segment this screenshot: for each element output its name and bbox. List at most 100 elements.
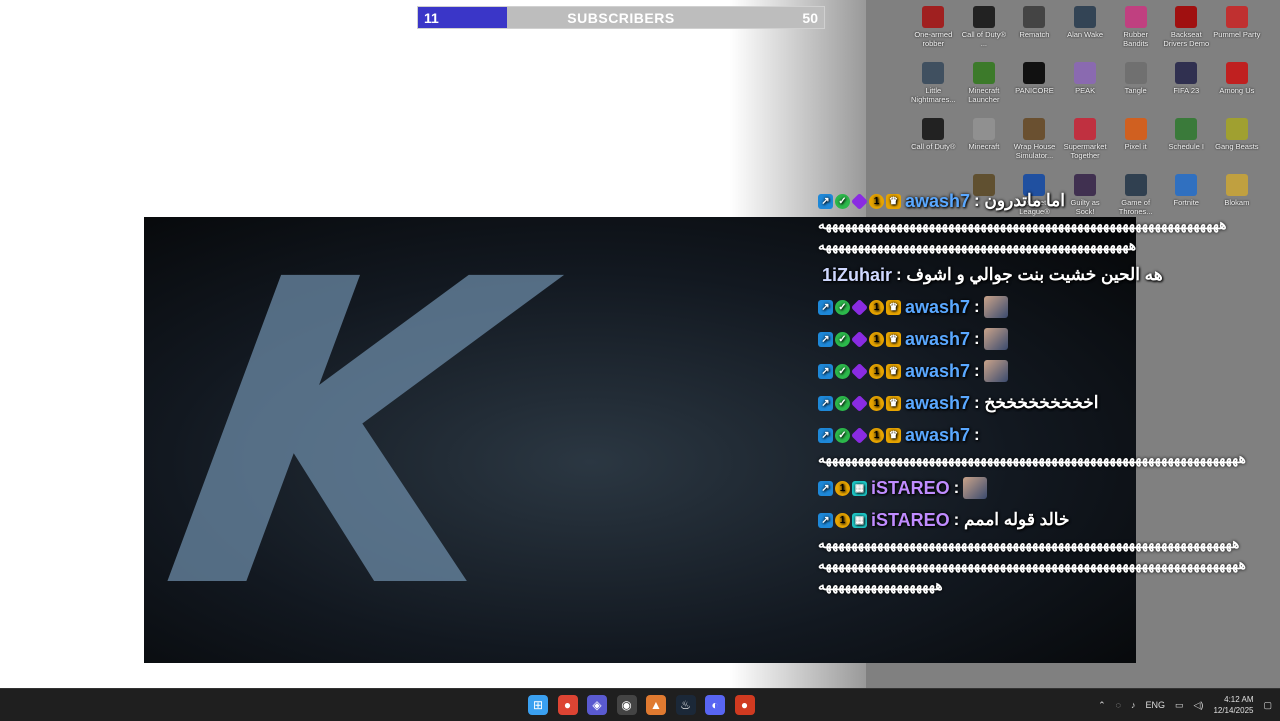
app-icon[interactable]: ◈ — [587, 695, 607, 715]
network-icon[interactable]: ◌ — [1116, 700, 1121, 710]
verify-badge-icon: ✓ — [835, 395, 850, 411]
prime-badge-icon: ↗ — [818, 512, 833, 528]
desktop-icon[interactable]: Pummel Party — [1212, 2, 1263, 58]
file-icon — [972, 118, 995, 140]
desktop-icon[interactable]: Little Nightmares... — [908, 58, 959, 114]
verify-badge-icon: ✓ — [835, 299, 850, 315]
chat-username[interactable]: awash7 — [905, 425, 970, 446]
chat-username[interactable]: iSTAREO — [871, 510, 950, 531]
game-icon — [1023, 62, 1046, 84]
chat-badges: ↗ ✓ 1 ♛ — [818, 426, 901, 444]
chat-message-continuation: هههههههههههههههههههههههههههههههههههههههه… — [818, 556, 1247, 572]
cube-badge-icon — [851, 394, 868, 412]
chat-username[interactable]: 1iZuhair — [822, 265, 892, 286]
verify-badge-icon: ✓ — [835, 363, 850, 379]
desktop-icon-label: Schedule I — [1168, 142, 1204, 151]
game-icon — [1023, 118, 1046, 140]
cod-icon — [972, 6, 995, 28]
chat-message: ↗ 1 ▦ iSTAREO خالد قوله اممم : — [818, 509, 1280, 531]
folder-icon[interactable]: ▲ — [646, 695, 666, 715]
desktop-icon[interactable]: Supermarket Together — [1060, 114, 1111, 170]
crown-badge-icon: ♛ — [886, 427, 901, 443]
cube-badge-icon — [851, 362, 868, 380]
game-icon — [1225, 6, 1248, 28]
chat-message: 1iZuhair هه الحين خشيت بنت جوالي و اشوف : — [818, 264, 1280, 286]
prime-badge-icon: ↗ — [818, 193, 833, 209]
desktop-icon-label: Call of Duty® ... — [961, 30, 1007, 48]
desktop-icon[interactable]: One-armed robber — [908, 2, 959, 58]
desktop-icon[interactable]: Backseat Drivers Demo — [1161, 2, 1212, 58]
chat-username[interactable]: awash7 — [905, 393, 970, 414]
desktop-icon[interactable]: Minecraft — [959, 114, 1010, 170]
one-badge-icon: 1 — [869, 299, 884, 315]
clock-time: 4:12 AM — [1224, 695, 1254, 704]
chat-message: ↗ ✓ 1 ♛ awash7 اخخخخخخخخخخ : — [818, 392, 1280, 414]
chat-message: ↗ ✓ 1 ♛ awash7: — [818, 296, 1280, 318]
desktop-icon[interactable]: Tangle — [1110, 58, 1161, 114]
desktop-icon-label: Among Us — [1219, 86, 1255, 95]
windows-start-icon[interactable]: ⊞ — [528, 695, 548, 715]
desktop-icon[interactable]: Gang Beasts — [1212, 114, 1263, 170]
desktop-icon[interactable]: Minecraft Launcher — [959, 58, 1010, 114]
cube-badge-icon — [851, 330, 868, 348]
one-badge-icon: 1 — [835, 512, 850, 528]
chat-text: : — [974, 329, 980, 348]
desktop-icon[interactable]: PEAK — [1060, 58, 1111, 114]
mic-icon[interactable]: ♪ — [1131, 700, 1136, 710]
prime-badge-icon: ↗ — [818, 331, 833, 347]
chat-badges: ↗ ✓ 1 ♛ — [818, 192, 901, 210]
desktop-icon[interactable]: Call of Duty® — [908, 114, 959, 170]
desktop-icon[interactable]: FIFA 23 — [1161, 58, 1212, 114]
obs-icon[interactable]: ◉ — [616, 695, 637, 715]
subscriber-goal: 50 — [802, 10, 818, 26]
chat-username[interactable]: awash7 — [905, 297, 970, 318]
one-badge-icon: 1 — [869, 427, 884, 443]
desktop-icon-label: One-armed robber — [914, 30, 953, 48]
cube-badge-icon — [851, 426, 868, 444]
chat-text: خالد قوله اممم : — [953, 510, 1070, 529]
desktop-icon[interactable]: Rematch — [1009, 2, 1060, 58]
chat-username[interactable]: iSTAREO — [871, 478, 950, 499]
volume-icon[interactable]: ◁) — [1194, 700, 1204, 711]
desktop-icon-label: Minecraft Launcher — [968, 86, 1000, 104]
one-badge-icon: 1 — [869, 193, 884, 209]
desktop-icon[interactable]: Rubber Bandits — [1110, 2, 1161, 58]
clock[interactable]: 4:12 AM 12/14/2025 — [1213, 694, 1253, 716]
desktop-icon[interactable]: Pixel it — [1110, 114, 1161, 170]
game-icon — [1124, 6, 1147, 28]
desktop-icon-label: PANICORE — [1015, 86, 1054, 95]
desktop-icon[interactable]: Alan Wake — [1060, 2, 1111, 58]
system-tray: ⌃ ◌ ♪ ENG ▭ ◁) 4:12 AM 12/14/2025 ▢ — [1098, 689, 1272, 721]
desktop-icon[interactable]: Schedule I — [1161, 114, 1212, 170]
game-icon — [1175, 118, 1198, 140]
monitor-icon[interactable]: ▭ — [1175, 700, 1184, 711]
game-icon — [1225, 118, 1248, 140]
chat-badges: ↗ ✓ 1 ♛ — [818, 298, 901, 316]
chat-username[interactable]: awash7 — [905, 329, 970, 350]
emote-image — [963, 477, 988, 499]
chat-text: : — [974, 425, 980, 444]
desktop-icon[interactable]: Among Us — [1212, 58, 1263, 114]
one-badge-icon: 1 — [835, 480, 850, 496]
chat-text: اما ماتدرون : — [974, 191, 1066, 210]
desktop-icon[interactable]: PANICORE — [1009, 58, 1060, 114]
steam-icon[interactable]: ♨ — [675, 695, 696, 715]
desktop-icon[interactable]: Wrap House Simulator... — [1009, 114, 1060, 170]
chevron-up-icon[interactable]: ⌃ — [1098, 700, 1106, 711]
one-badge-icon: 1 — [869, 363, 884, 379]
notification-icon[interactable]: ▢ — [1263, 700, 1272, 711]
chrome-icon[interactable]: ● — [557, 695, 578, 715]
chat-message-continuation: هههههههههههههههههههههههههههههههههههههههه… — [818, 237, 1137, 253]
chat-username[interactable]: awash7 — [905, 361, 970, 382]
language-indicator[interactable]: ENG — [1145, 700, 1165, 710]
discord-icon[interactable]: ◐ — [705, 695, 725, 715]
chat-text: : — [974, 297, 980, 316]
game-icon — [1175, 6, 1198, 28]
cube-badge-icon — [851, 192, 868, 210]
ea-icon[interactable]: ● — [734, 695, 755, 715]
chat-username[interactable]: awash7 — [905, 191, 970, 212]
crown-badge-icon: ♛ — [886, 331, 901, 347]
chat-message-continuation: هههههههههههههههههههههههههههههههههههههههه… — [818, 535, 1240, 551]
desktop-icon[interactable]: Call of Duty® ... — [959, 2, 1010, 58]
game-icon — [1074, 118, 1097, 140]
